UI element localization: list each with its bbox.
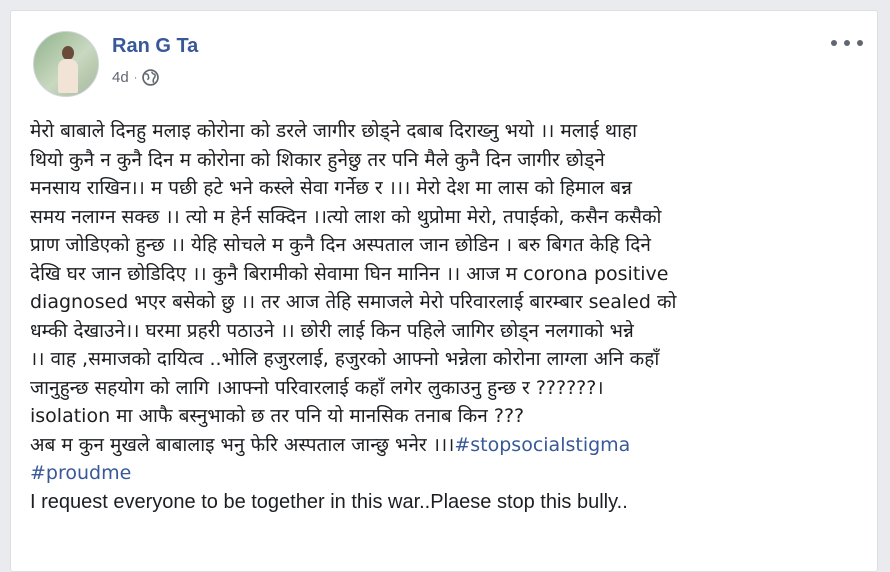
more-dot [857, 40, 863, 46]
post-text-line: मेरो बाबाले दिनहु मलाइ कोरोना को डरले जा… [30, 120, 637, 142]
more-dot [831, 40, 837, 46]
post-text-line: diagnosed भएर बसेको छु ।। तर आज तेहि समा… [30, 291, 677, 313]
author-name[interactable]: Ran G Ta [112, 35, 198, 58]
post-text-line: थियो कुनै न कुनै दिन म कोरोना को शिकार ह… [30, 148, 605, 171]
post-text-line: ।। वाह ,समाजको दायित्व ..भोलि हजुरलाई, ह… [30, 348, 660, 370]
post-text-line: #proudme [30, 459, 865, 488]
post-text-line: धम्की देखाउने।। घरमा प्रहरी पठाउने ।। छो… [30, 319, 634, 342]
more-options-icon[interactable] [831, 33, 863, 53]
post-card: Ran G Ta 4d · मेरो बाबाले दिनहु मलाइ कोर… [10, 10, 878, 572]
avatar[interactable] [33, 31, 99, 97]
post-text-line: जानुहुन्छ सहयोग को लागि ।आफ्नो परिवारलाई… [30, 376, 604, 399]
avatar-figure-head [62, 46, 74, 60]
avatar-figure-body [58, 59, 78, 93]
post-text-line: समय नलाग्न सक्छ ।। त्यो म हेर्न सक्दिन ।… [30, 205, 662, 228]
post-text-line: मनसाय राखिन।। म पछी हटे भने कस्ले सेवा ग… [30, 177, 632, 199]
hashtag-link[interactable]: #proudme [30, 462, 131, 484]
post-text-line: isolation मा आफै बस्नुभाको छ तर पनि यो म… [30, 405, 525, 427]
post-time[interactable]: 4d [112, 69, 129, 86]
post-body: मेरो बाबाले दिनहु मलाइ कोरोना को डरले जा… [30, 117, 865, 516]
post-meta: 4d · [112, 69, 160, 86]
post-text-line: अब म कुन मुखले बाबालाइ भनु फेरि अस्पताल … [30, 431, 865, 460]
post-text-segment: अब म कुन मुखले बाबालाइ भनु फेरि अस्पताल … [30, 433, 455, 456]
globe-icon[interactable] [142, 69, 160, 86]
post-text-line: देखि घर जान छोडिदिए ।। कुनै बिरामीको सेव… [30, 262, 669, 285]
hashtag-link[interactable]: #stopsocialstigma [454, 434, 630, 456]
more-dot [844, 40, 850, 46]
post-header: Ran G Ta 4d · [11, 11, 877, 111]
meta-separator: · [133, 71, 138, 84]
closing-text: I request everyone to be together in thi… [30, 490, 628, 513]
post-text-line: प्राण जोडिएको हुन्छ ।। येहि सोचले म कुनै… [30, 234, 651, 256]
